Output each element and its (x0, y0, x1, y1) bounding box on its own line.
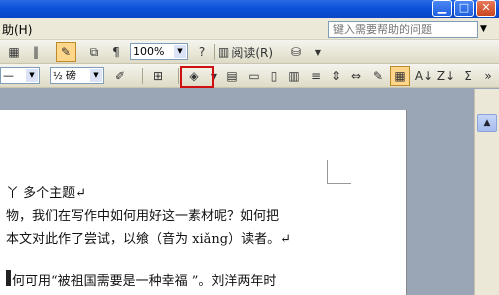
columns-icon[interactable]: ‖ (26, 42, 46, 62)
text-cursor (6, 270, 11, 286)
distribute-icon[interactable]: ▥ (284, 66, 304, 86)
read-label: 阅读(R) (231, 45, 274, 60)
sum-icon[interactable]: Σ (458, 66, 478, 86)
chevron-down-icon[interactable]: ▼ (26, 69, 38, 82)
shading-highlight-box (180, 66, 214, 88)
document-line-1: 丫 多个主题↵ (6, 186, 87, 201)
menu-help[interactable]: 助(H) (2, 21, 32, 38)
minimize-button[interactable]: ▁ (432, 0, 452, 17)
zoom-combo[interactable]: 100% ▼ (130, 43, 188, 60)
title-bar: ▁ □ ✕ (0, 0, 499, 18)
document-line-2: 物，我们在写作中如何用好这一素材呢？如何把 (6, 209, 280, 224)
more-icon[interactable]: » (478, 66, 498, 86)
sort-ascending-icon[interactable]: A↓ (414, 66, 434, 86)
book-icon: ▥ (218, 45, 230, 59)
chevron-down-icon[interactable]: ▼ (174, 45, 186, 58)
line-style-combo[interactable]: — ▼ (0, 67, 40, 84)
line-weight-value: ½ 磅 (53, 71, 76, 82)
split-cells-icon[interactable]: ▯ (264, 66, 284, 86)
document-line-3: 本文对此作了尝试，以飨（音为 xiǎng）读者。↵ (6, 232, 291, 247)
zoom-value: 100% (133, 45, 165, 58)
borders-icon[interactable]: ⊞ (148, 66, 168, 86)
show-hide-icon[interactable]: ¶ (106, 42, 126, 62)
document-map-icon[interactable]: ⧉ (84, 42, 104, 62)
help-dropdown-icon[interactable]: ▼ (480, 24, 487, 34)
merge-cells-icon[interactable]: ▭ (244, 66, 264, 86)
separator (178, 68, 179, 84)
research-icon[interactable]: ⛁ (286, 42, 306, 62)
align-cell-icon[interactable]: ≡ (306, 66, 326, 86)
border-color-icon[interactable]: ✐ (110, 66, 130, 86)
insert-table-icon[interactable]: ▤ (222, 66, 242, 86)
line-style-value: — (3, 69, 14, 82)
document-page[interactable] (0, 110, 407, 295)
formatting-toolbar: — ▼ ½ 磅 ▼ ✐ ⊞ ◈ ▼ ▤ ▭ ▯ ▥ ≡ ⇕ ⇔ ✎ ▦ A↓ Z… (0, 64, 499, 88)
table-icon[interactable]: ▦ (4, 42, 24, 62)
distribute-rows-icon[interactable]: ⇕ (326, 66, 346, 86)
sort-descending-icon[interactable]: Z↓ (436, 66, 456, 86)
standard-toolbar: ▦ ‖ ✎ ⧉ ¶ 100% ▼ ? ▥ 阅读(R) ⛁ ▼ (0, 40, 499, 64)
drawing-icon[interactable]: ✎ (56, 42, 76, 62)
close-button[interactable]: ✕ (476, 0, 496, 17)
line-weight-combo[interactable]: ½ 磅 ▼ (50, 67, 104, 84)
help-search-input[interactable] (328, 21, 478, 38)
help-icon[interactable]: ? (192, 42, 212, 62)
workspace-background (0, 89, 499, 109)
margin-corner-mark (327, 160, 351, 184)
chevron-down-icon[interactable]: ▼ (90, 69, 102, 82)
document-line-4: 何可用“被祖国需要是一种幸福 ”。刘洋两年时 (12, 274, 277, 289)
toolbar-options-icon[interactable]: ▼ (308, 42, 328, 62)
gridlines-icon[interactable]: ▦ (390, 66, 410, 86)
separator (142, 68, 143, 84)
maximize-button[interactable]: □ (454, 0, 474, 17)
autoformat-icon[interactable]: ✎ (368, 66, 388, 86)
scroll-up-button[interactable]: ▲ (477, 114, 497, 132)
distribute-columns-icon[interactable]: ⇔ (346, 66, 366, 86)
separator (214, 44, 215, 60)
read-button[interactable]: ▥ 阅读(R) (218, 42, 278, 62)
